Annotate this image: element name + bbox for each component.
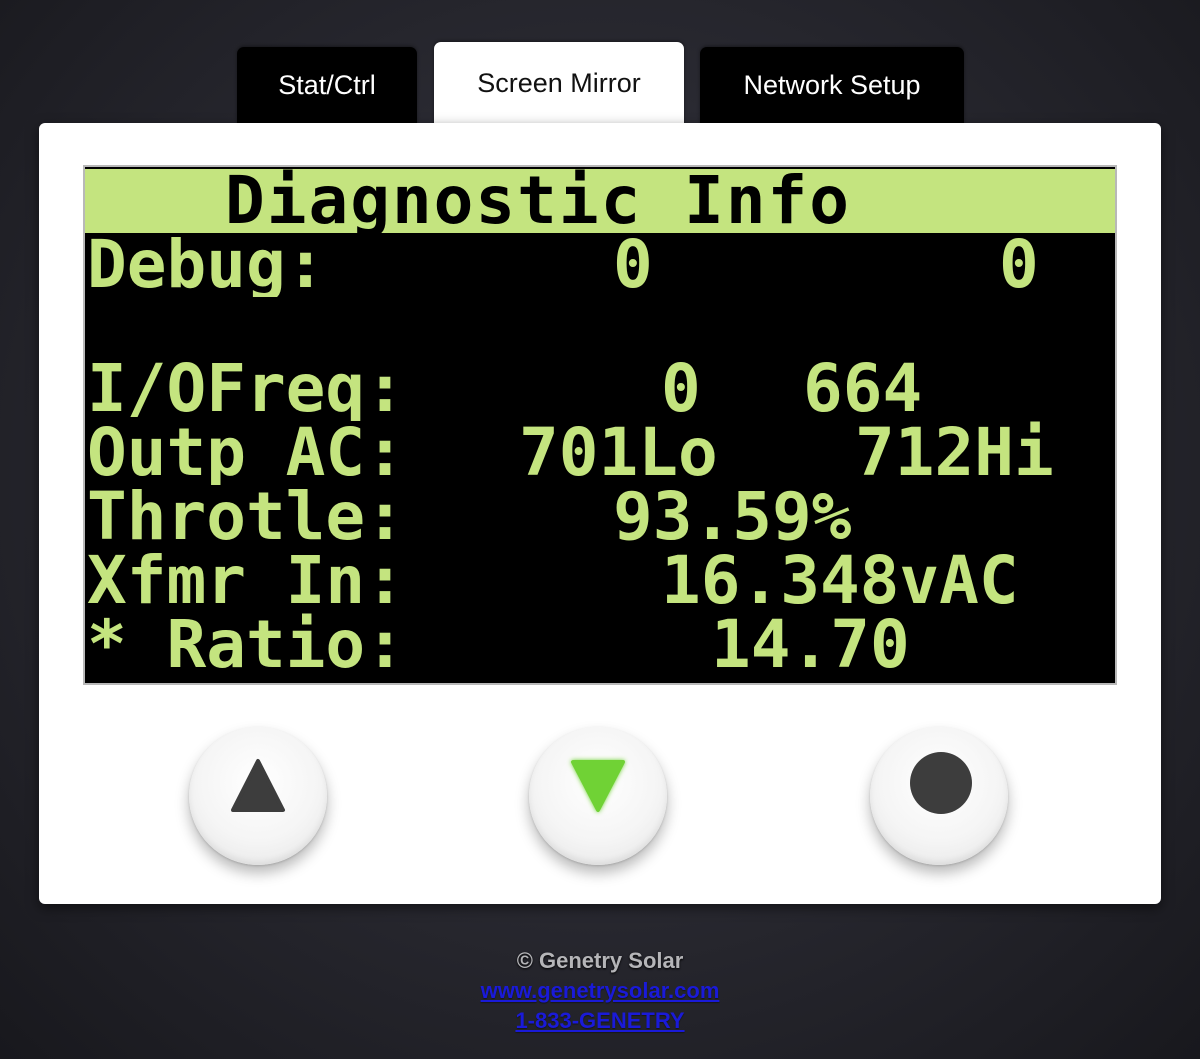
lcd-row-outp-ac: Outp AC: 701Lo 712Hi xyxy=(85,421,1115,485)
up-button[interactable] xyxy=(189,727,327,865)
phone-link[interactable]: 1-833-GENETRY xyxy=(515,1008,684,1033)
copyright-text: © Genetry Solar xyxy=(516,948,684,973)
website-link[interactable]: www.genetrysolar.com xyxy=(481,978,720,1003)
tab-bar: Stat/Ctrl Screen Mirror Network Setup xyxy=(0,42,1200,127)
enter-button[interactable] xyxy=(870,727,1008,865)
ratio-label: * Ratio: xyxy=(87,613,405,677)
lcd-title: Diagnostic Info xyxy=(85,169,1115,233)
footer: © Genetry Solar www.genetrysolar.com 1-8… xyxy=(0,946,1200,1036)
xfmr-in-value: 16.348vAC xyxy=(661,549,1019,613)
tab-stat-ctrl[interactable]: Stat/Ctrl xyxy=(237,47,417,127)
lcd-row-io-freq: I/OFreq: 0 664 xyxy=(85,357,1115,421)
debug-value-1: 0 xyxy=(613,233,653,297)
debug-label: Debug: xyxy=(87,233,326,297)
lcd-row-ratio: * Ratio: 14.70 xyxy=(85,613,1115,677)
triangle-down-icon xyxy=(571,760,625,812)
io-freq-label: I/OFreq: xyxy=(87,357,405,421)
outp-ac-value-2: 712Hi xyxy=(855,421,1054,485)
device-panel: Diagnostic Info Debug: 0 0 I/OFreq: 0 66… xyxy=(39,123,1161,904)
io-freq-value-1: 0 xyxy=(661,357,701,421)
ratio-value: 14.70 xyxy=(711,613,910,677)
circle-icon xyxy=(910,752,972,814)
xfmr-in-label: Xfmr In: xyxy=(87,549,405,613)
outp-ac-value-1: 701Lo xyxy=(519,421,718,485)
throttle-value: 93.59% xyxy=(613,485,852,549)
down-button[interactable] xyxy=(529,727,667,865)
lcd-row-throttle: Throtle: 93.59% xyxy=(85,485,1115,549)
lcd-row-xfmr-in: Xfmr In: 16.348vAC xyxy=(85,549,1115,613)
lcd-row-debug: Debug: 0 0 xyxy=(85,233,1115,297)
triangle-up-icon xyxy=(231,759,285,812)
tab-screen-mirror[interactable]: Screen Mirror xyxy=(434,42,684,126)
io-freq-value-2: 664 xyxy=(803,357,923,421)
debug-value-2: 0 xyxy=(999,233,1039,297)
throttle-label: Throtle: xyxy=(87,485,405,549)
lcd-screen: Diagnostic Info Debug: 0 0 I/OFreq: 0 66… xyxy=(83,165,1117,685)
outp-ac-label: Outp AC: xyxy=(87,421,405,485)
tab-network-setup[interactable]: Network Setup xyxy=(700,47,964,127)
